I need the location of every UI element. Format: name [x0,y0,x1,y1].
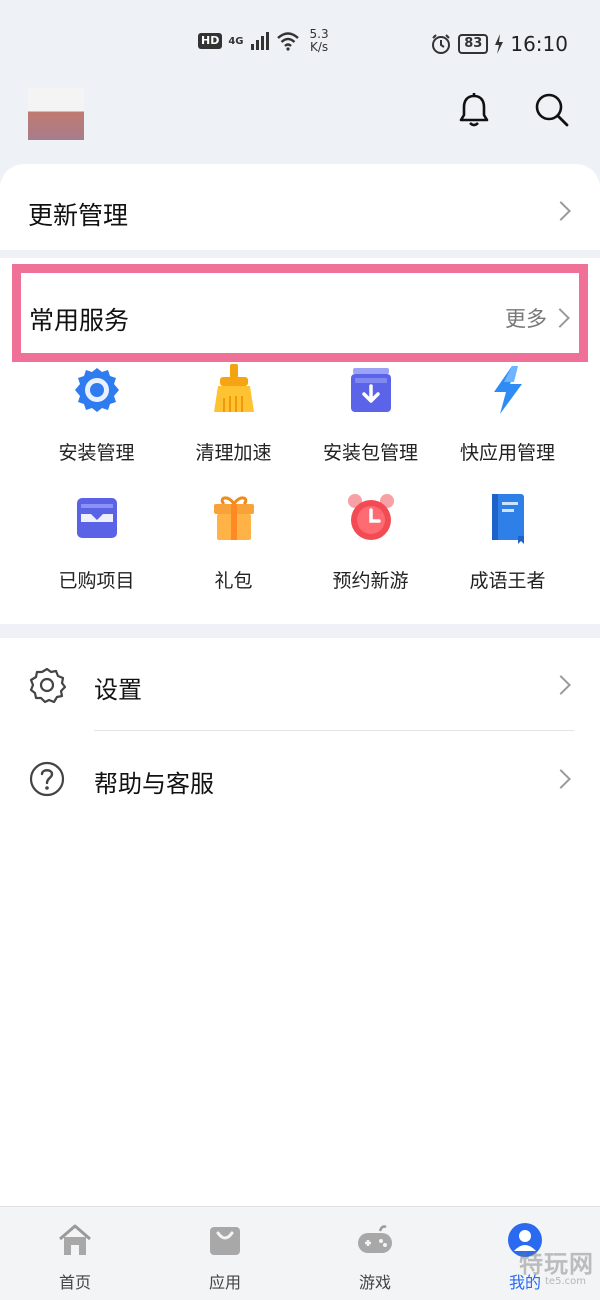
nav-label: 应用 [208,1273,241,1292]
service-label: 清理加速 [195,442,272,464]
help-support-row[interactable]: 帮助与客服 [0,732,600,824]
watermark: 特玩网 [519,1250,594,1278]
settings-label: 设置 [94,676,142,704]
charging-icon [495,34,504,54]
service-install-management[interactable]: 安装管理 [28,358,165,478]
gamepad-icon [358,1225,392,1253]
service-label: 礼包 [214,570,253,592]
speed-unit: K/s [309,40,329,54]
broom-icon [213,364,254,412]
chevron-right-icon [550,308,570,328]
service-gift-pack[interactable]: 礼包 [165,486,302,606]
alarm-clock-icon [347,494,394,540]
help-icon [29,761,65,797]
service-quick-app-management[interactable]: 快应用管理 [439,358,576,478]
service-package-management[interactable]: 安装包管理 [302,358,439,478]
watermark-url: te5.com [545,1276,586,1287]
gift-icon [213,496,254,540]
service-label: 安装包管理 [322,442,418,464]
chevron-right-icon [551,769,571,789]
clock: 16:10 [510,32,568,56]
settings-row[interactable]: 设置 [0,638,600,731]
service-reserve-new-games[interactable]: 预约新游 [302,486,439,606]
package-icon [350,368,391,412]
nav-games[interactable]: 游戏 [325,1221,425,1293]
service-label: 已购项目 [58,570,135,592]
common-services-title: 常用服务 [29,306,130,335]
bottom-navigation: 首页 应用 游戏 我的 [0,1206,600,1300]
service-purchased-items[interactable]: 已购项目 [28,486,165,606]
common-services-header[interactable]: 常用服务 更多 [12,264,588,362]
service-label: 快应用管理 [459,442,555,464]
settings-icon [29,667,66,704]
avatar[interactable] [28,88,84,140]
bell-icon[interactable] [454,90,494,130]
gear-install-icon [74,368,119,412]
chevron-right-icon [551,675,571,695]
home-icon [59,1224,91,1255]
nav-label: 首页 [58,1273,91,1292]
lightning-icon [493,366,522,414]
service-idiom-king[interactable]: 成语王者 [439,486,576,606]
settings-list-card: 设置 帮助与客服 [0,638,600,1206]
alarm-icon [432,34,451,54]
status-bar: HD 4G 5.3 K/s 83 16:10 [0,0,600,80]
apps-bag-icon [210,1227,240,1255]
nav-home[interactable]: 首页 [25,1221,125,1293]
status-indicators: HD 4G 5.3 K/s [198,28,329,54]
more-link[interactable]: 更多 [505,303,547,333]
service-label: 安装管理 [58,442,135,464]
service-label: 预约新游 [332,570,409,592]
service-label: 成语王者 [469,570,546,592]
common-services-card: 常用服务 更多 安装管理 清理加速 安装包管理 快应用管理 已购项目 礼包 预约… [0,258,600,624]
help-support-label: 帮助与客服 [94,770,214,798]
nav-apps[interactable]: 应用 [175,1221,275,1293]
update-management-row[interactable]: 更新管理 [0,164,600,250]
network-speed: 5.3 K/s [310,28,329,54]
book-icon [491,494,524,544]
wifi-icon [276,32,299,51]
chevron-right-icon [551,201,571,221]
purchased-icon [76,498,117,538]
hd-badge: HD [198,33,223,49]
nav-label: 游戏 [358,1273,391,1292]
divider [94,730,574,731]
network-type: 4G [228,35,244,47]
status-right: 83 16:10 [430,32,568,56]
search-icon[interactable] [532,90,572,130]
battery-indicator: 83 [458,34,489,54]
service-clean-boost[interactable]: 清理加速 [165,358,302,478]
signal-icon [250,32,269,50]
update-management-label: 更新管理 [28,201,129,230]
